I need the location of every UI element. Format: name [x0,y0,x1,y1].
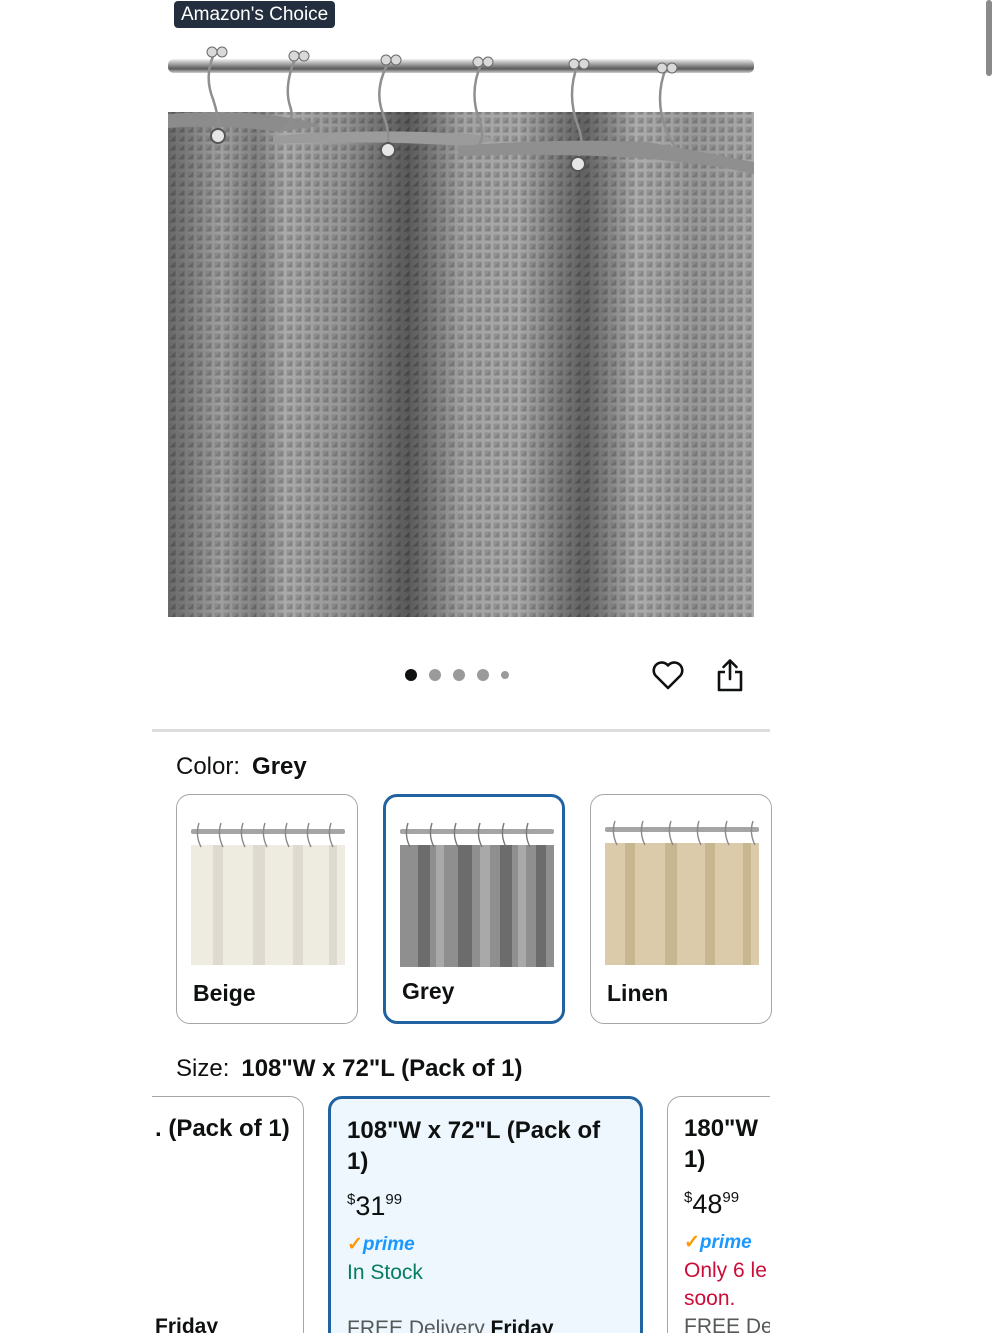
beige-curtain-thumbnail [191,822,345,965]
color-label: Color: [176,753,241,780]
amazons-choice-badge: Amazon's Choice [174,1,336,28]
carousel-dot[interactable] [501,671,509,679]
size-options-carousel[interactable]: . (Pack of 1) Friday 108"W x 72"L (Pack … [152,1090,770,1333]
color-swatch-linen[interactable]: Linen [590,794,772,1024]
stock-status: In Stock [347,1261,423,1284]
carousel-dot[interactable] [477,669,489,681]
size-option-delivery: FREE Del [684,1315,770,1333]
size-label: Size: [176,1055,230,1082]
color-label-row: Color: Grey [176,753,307,781]
size-option-card[interactable]: . (Pack of 1) Friday [152,1096,304,1333]
check-icon: ✓ [347,1234,363,1255]
section-divider [152,729,770,732]
size-option-title: 108"W x 72"L (Pack of 1) [347,1117,601,1175]
share-icon [717,659,743,692]
page-scrollbar[interactable] [986,0,992,76]
swatch-label: Grey [402,978,455,1004]
grey-curtain-thumbnail [400,822,554,967]
check-icon: ✓ [684,1232,700,1253]
stock-status: Only 6 le soon. [684,1259,767,1310]
swatch-label: Beige [193,980,256,1006]
carousel-dot[interactable] [429,669,441,681]
heart-icon [652,661,684,690]
size-option-title: . (Pack of 1) [155,1115,290,1142]
size-option-card-selected[interactable]: 108"W x 72"L (Pack of 1) $3199 ✓prime In … [328,1096,643,1333]
size-option-delivery: FREE Delivery Friday [347,1317,554,1333]
swatch-label: Linen [607,980,669,1006]
carousel-dot[interactable] [405,669,417,681]
color-swatch-beige[interactable]: Beige [176,794,358,1024]
product-image[interactable] [168,44,754,617]
size-option-price: $4899 [684,1189,740,1219]
image-carousel-dots[interactable] [405,668,509,682]
size-option-card[interactable]: 180"W 1) $4899 ✓prime Only 6 le soon. FREE… [667,1096,770,1333]
shower-curtain-photo [168,46,754,617]
size-option-delivery: Friday [155,1315,219,1333]
color-swatch-grey[interactable]: Grey [383,794,565,1024]
carousel-dot[interactable] [453,669,465,681]
wishlist-button[interactable] [648,655,688,695]
size-label-row: Size: 108"W x 72"L (Pack of 1) [176,1055,522,1083]
linen-curtain-thumbnail [605,820,759,965]
prime-badge: ✓prime [347,1234,415,1255]
prime-badge: ✓prime [684,1232,752,1253]
color-selected-value: Grey [252,753,307,780]
share-button[interactable] [710,655,750,695]
size-option-title: 180"W 1) [684,1115,759,1173]
size-selected-value: 108"W x 72"L (Pack of 1) [241,1055,523,1082]
size-option-price: $3199 [347,1191,403,1221]
